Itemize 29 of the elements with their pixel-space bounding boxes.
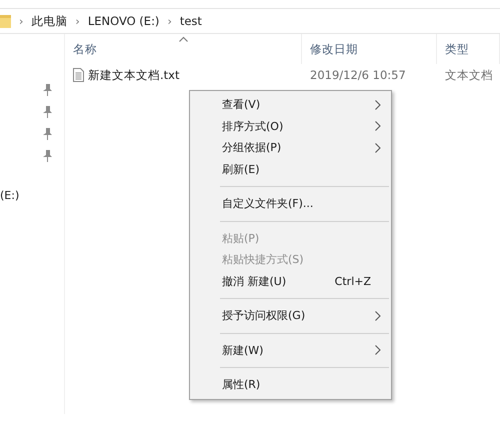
column-header[interactable]: 名称 xyxy=(65,34,302,64)
pin-icon[interactable] xyxy=(42,150,52,162)
column-header[interactable]: 修改日期 xyxy=(302,34,437,64)
menu-item[interactable]: 授予访问权限(G) xyxy=(192,305,389,326)
menu-item[interactable]: 查看(V) xyxy=(192,94,389,116)
breadcrumb-item[interactable]: 此电脑 xyxy=(31,14,68,28)
menu-item[interactable]: 刷新(E) xyxy=(192,158,389,180)
nav-item[interactable]: (E:) xyxy=(0,189,64,202)
column-header[interactable]: 类型 xyxy=(437,34,500,64)
pin-icon[interactable] xyxy=(42,106,52,118)
file-name[interactable]: 新建文本文档.txt xyxy=(88,68,180,82)
chevron-icon: › xyxy=(19,14,24,28)
modified-date: 2019/12/6 10:57 xyxy=(310,68,406,82)
menu-item[interactable]: 属性(R) xyxy=(192,374,389,396)
sort-caret-icon xyxy=(179,36,188,42)
menu-item[interactable]: 分组依据(P) xyxy=(192,137,389,158)
text-file-icon xyxy=(73,68,84,82)
pin-icon[interactable] xyxy=(42,84,52,96)
folder-icon xyxy=(0,14,11,28)
chevron-icon: › xyxy=(75,14,80,28)
chevron-icon: › xyxy=(167,14,172,28)
file-type: 文本文档 xyxy=(445,68,493,82)
pin-icon[interactable] xyxy=(42,128,52,140)
menu-item[interactable]: 排序方式(O) xyxy=(192,116,389,137)
breadcrumb-item[interactable]: LENOVO (E:) xyxy=(88,14,160,28)
menu-item[interactable]: 自定义文件夹(F)... xyxy=(192,193,389,214)
menu-item[interactable]: 新建(W) xyxy=(192,340,389,361)
menu-item[interactable]: 撤消 新建(U) Ctrl+Z xyxy=(192,270,389,292)
breadcrumb-item[interactable]: test xyxy=(180,14,202,28)
